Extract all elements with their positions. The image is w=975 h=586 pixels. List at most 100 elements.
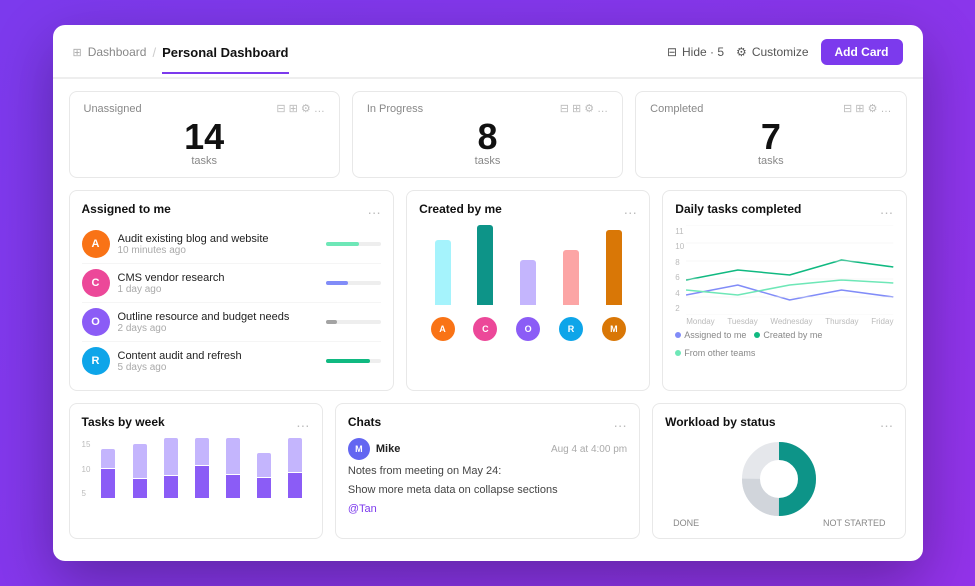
- x-axis-label: Friday: [871, 317, 893, 326]
- week-bar-light: [164, 438, 178, 475]
- hide-icon: ⊟: [667, 45, 677, 59]
- stat-label-1: In Progress: [367, 103, 423, 115]
- workload-menu[interactable]: …: [879, 414, 893, 430]
- created-bar-chart: [419, 225, 637, 305]
- week-menu[interactable]: …: [296, 414, 310, 430]
- week-bar-group: [158, 438, 184, 498]
- bar-chart-avatar: R: [559, 317, 583, 341]
- bar-group: [466, 225, 505, 305]
- task-progress-bar: [326, 320, 381, 324]
- task-time: 10 minutes ago: [118, 245, 319, 256]
- task-avatar: R: [82, 347, 110, 375]
- chat-line2: Show more meta data on collapse sections: [348, 483, 627, 498]
- week-bar-dark: [101, 469, 115, 498]
- legend-label: Created by me: [763, 330, 822, 340]
- stat-sublabel-2: tasks: [650, 155, 891, 167]
- x-axis-label: Tuesday: [727, 317, 757, 326]
- middle-row: Assigned to me … A Audit existing blog a…: [69, 190, 907, 391]
- daily-menu[interactable]: …: [880, 201, 894, 217]
- task-item: O Outline resource and budget needs 2 da…: [82, 303, 382, 342]
- bar-group: [552, 225, 591, 305]
- task-name: Outline resource and budget needs: [118, 311, 319, 323]
- assigned-to-me-card: Assigned to me … A Audit existing blog a…: [69, 190, 395, 391]
- breadcrumb: ⊞ Dashboard / Personal Dashboard: [73, 45, 289, 72]
- task-bar-fill: [326, 281, 348, 285]
- tasks-by-week-card: Tasks by week … 15 10 5: [69, 403, 323, 539]
- workload-card: Workload by status … DONE NOT STARTED: [652, 403, 906, 539]
- daily-title: Daily tasks completed: [675, 202, 801, 216]
- breadcrumb-separator: /: [152, 45, 156, 60]
- stat-icons-2: ⊟ ⊞ ⚙ …: [843, 102, 891, 115]
- top-bar: ⊞ Dashboard / Personal Dashboard ⊟ Hide …: [53, 25, 923, 79]
- task-bar-fill: [326, 359, 370, 363]
- donut-container: [665, 438, 893, 518]
- task-item: C CMS vendor research 1 day ago: [82, 264, 382, 303]
- bar-group: [594, 225, 633, 305]
- task-avatar: O: [82, 308, 110, 336]
- task-avatar: A: [82, 230, 110, 258]
- task-progress-bar: [326, 242, 381, 246]
- task-name: CMS vendor research: [118, 272, 319, 284]
- week-y-15: 15: [82, 440, 91, 449]
- legend-item: Assigned to me: [675, 330, 746, 340]
- legend-item: From other teams: [675, 348, 755, 358]
- bar-chart-avatar: A: [431, 317, 455, 341]
- stat-label-0: Unassigned: [84, 103, 142, 115]
- task-name: Content audit and refresh: [118, 350, 319, 362]
- donut-chart: [734, 441, 824, 516]
- task-info: Audit existing blog and website 10 minut…: [118, 233, 319, 256]
- chat-item: M Mike Aug 4 at 4:00 pm Notes from meeti…: [348, 438, 627, 515]
- y-axis: 11108642: [675, 225, 684, 315]
- workload-title: Workload by status: [665, 415, 775, 429]
- task-bar-fill: [326, 242, 359, 246]
- x-axis-label: Wednesday: [770, 317, 812, 326]
- y-axis-label: 10: [675, 242, 684, 251]
- week-y-axis: 15 10 5: [82, 438, 94, 498]
- x-axis: Monday Tuesday Wednesday Thursday Friday: [686, 317, 893, 326]
- task-info: CMS vendor research 1 day ago: [118, 272, 319, 295]
- content: Unassigned ⊟ ⊞ ⚙ … 14 tasks In Progress …: [53, 79, 923, 551]
- assigned-menu[interactable]: …: [367, 201, 381, 217]
- legend-label: From other teams: [684, 348, 755, 358]
- bar-group: [509, 225, 548, 305]
- not-started-label: NOT STARTED: [823, 518, 886, 528]
- customize-icon: ⚙: [736, 45, 747, 59]
- week-bar-light: [288, 438, 302, 472]
- week-bar-group: [126, 438, 152, 498]
- assigned-title: Assigned to me: [82, 202, 171, 216]
- bar-chart-avatar: O: [516, 317, 540, 341]
- created-menu[interactable]: …: [623, 201, 637, 217]
- week-bar-dark: [164, 476, 178, 498]
- chat-time: Aug 4 at 4:00 pm: [551, 444, 627, 455]
- x-axis-label: Thursday: [825, 317, 858, 326]
- stats-row: Unassigned ⊟ ⊞ ⚙ … 14 tasks In Progress …: [69, 91, 907, 178]
- stat-number-1: 8: [367, 119, 608, 155]
- main-container: ⊞ Dashboard / Personal Dashboard ⊟ Hide …: [53, 25, 923, 561]
- hide-button[interactable]: ⊟ Hide · 5: [667, 45, 724, 59]
- x-axis-label: Monday: [686, 317, 714, 326]
- week-bar-light: [133, 444, 147, 478]
- legend-dot: [675, 332, 681, 338]
- task-progress-bar: [326, 281, 381, 285]
- task-info: Content audit and refresh 5 days ago: [118, 350, 319, 373]
- daily-tasks-card: Daily tasks completed … 11108642: [662, 190, 906, 391]
- line-chart: [686, 225, 893, 315]
- created-title: Created by me: [419, 202, 502, 216]
- stat-card-inprogress: In Progress ⊟ ⊞ ⚙ … 8 tasks: [352, 91, 623, 178]
- week-bar-group: [251, 438, 277, 498]
- legend-label: Assigned to me: [684, 330, 746, 340]
- week-bar-light: [195, 438, 209, 465]
- add-card-button[interactable]: Add Card: [821, 39, 903, 65]
- chats-menu[interactable]: …: [613, 414, 627, 430]
- chat-header: M Mike Aug 4 at 4:00 pm: [348, 438, 627, 460]
- week-bar-group: [220, 438, 246, 498]
- stat-number-2: 7: [650, 119, 891, 155]
- y-axis-label: 11: [675, 227, 684, 236]
- bar: [435, 240, 451, 305]
- customize-button[interactable]: ⚙ Customize: [736, 45, 808, 59]
- chats-title: Chats: [348, 415, 381, 429]
- bar-chart-avatar: C: [473, 317, 497, 341]
- task-item: R Content audit and refresh 5 days ago: [82, 342, 382, 380]
- chart-area: Monday Tuesday Wednesday Thursday Friday: [686, 225, 893, 326]
- daily-chart-wrapper: 11108642: [675, 225, 893, 326]
